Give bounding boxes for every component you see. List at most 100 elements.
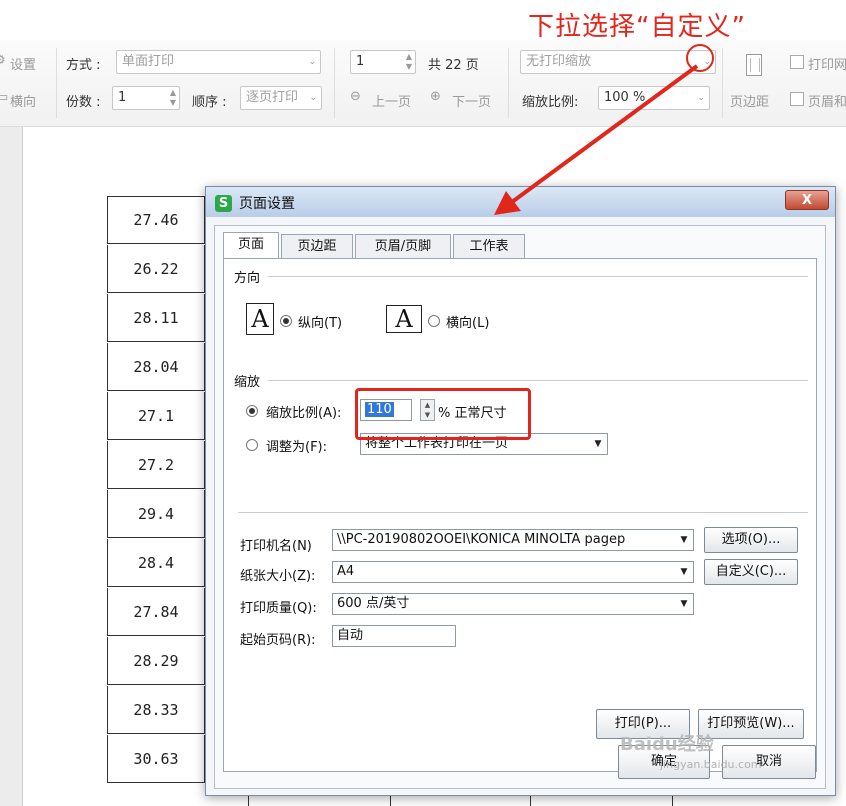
print-gridlines-label: 打印网 — [808, 58, 846, 73]
scale-ratio-label[interactable]: 缩放比例(A): — [266, 402, 341, 421]
chevron-down-icon: ⌄ — [697, 93, 705, 103]
close-button[interactable]: X — [785, 190, 829, 210]
wps-logo-icon: S — [215, 195, 232, 212]
scaling-label: 缩放 — [234, 375, 261, 390]
first-page-label: 起始页码(R): — [240, 633, 316, 648]
scale-select-value: 无打印缩放 — [526, 54, 592, 69]
prev-page-button[interactable]: 上一页 — [372, 91, 411, 110]
order-value: 逐页打印 — [246, 90, 299, 105]
header-footer-checkbox[interactable] — [790, 92, 804, 106]
scale-ratio-label: 缩放比例: — [522, 95, 579, 110]
paper-size-select[interactable]: A4 ▼ — [332, 561, 694, 583]
prev-page-icon[interactable]: ⊖ — [350, 89, 361, 104]
scale-ratio-select[interactable]: 100 % ⌄ — [598, 86, 710, 110]
next-page-button[interactable]: 下一页 — [452, 91, 491, 110]
landscape-label[interactable]: 横向 — [10, 91, 36, 110]
stepper-arrows-icon[interactable]: ▲ ▼ — [170, 88, 176, 108]
print-toolbar: ⚙ 设置 ▭ 横向 方式 : 单面打印 ⌄ 份数 : 1 ▲▼ 顺序 : 逐页打… — [0, 40, 846, 127]
tab-worksheet[interactable]: 工作表 — [453, 234, 525, 258]
order-label: 顺序 : — [192, 95, 227, 110]
dropdown-arrow-icon[interactable]: ▼ — [675, 594, 693, 614]
tab-margins[interactable]: 页边距 — [281, 234, 353, 258]
printer-label: 打印机名(N) — [240, 539, 312, 554]
table-cell: 28.04 — [107, 343, 205, 391]
annotation-text: 下拉选择“自定义” — [528, 12, 746, 42]
toolbar-divider — [722, 48, 723, 118]
chevron-down-icon: ⌄ — [309, 93, 317, 103]
dropdown-arrow-icon[interactable]: ▼ — [675, 530, 693, 550]
sheet-margin — [0, 127, 23, 806]
dropdown-arrow-icon[interactable]: ▼ — [675, 562, 693, 582]
paper-size-label: 纸张大小(Z): — [240, 569, 316, 584]
table-cell: 28.4 — [107, 539, 205, 587]
portrait-radio[interactable] — [280, 315, 292, 327]
table-cell: 26.22 — [107, 245, 205, 293]
print-quality-select[interactable]: 600 点/英寸 ▼ — [332, 593, 694, 615]
copies-value: 1 — [118, 90, 127, 105]
page-tab-panel: 方向 A 纵向(T) A 横向(L) 缩放 缩放比例(A): 110 ▲ ▼ % … — [223, 258, 817, 772]
toolbar-divider — [508, 48, 509, 118]
dialog-body: 页面 页边距 页眉/页脚 工作表 方向 A 纵向(T) A 横向(L) 缩放 缩… — [214, 225, 826, 789]
scale-ratio-value: 100 % — [604, 90, 646, 105]
order-select[interactable]: 逐页打印 ⌄ — [240, 86, 322, 110]
tab-page[interactable]: 页面 — [223, 232, 279, 259]
print-gridlines-checkbox[interactable] — [790, 55, 804, 69]
page-number-value: 1 — [356, 54, 365, 69]
watermark-logo: Baidu经验 — [620, 734, 714, 755]
dialog-titlebar[interactable]: S 页面设置 X — [206, 187, 835, 217]
next-page-icon[interactable]: ⊕ — [430, 89, 441, 104]
section-divider — [268, 276, 808, 277]
portrait-label[interactable]: 纵向(T) — [298, 312, 342, 331]
stepper-arrows-icon[interactable]: ▲ ▼ — [406, 52, 412, 72]
mode-value: 单面打印 — [122, 54, 175, 69]
print-quality-value: 600 点/英寸 — [337, 596, 410, 611]
table-cell: 27.2 — [107, 441, 205, 489]
custom-button[interactable]: 自定义(C)... — [704, 559, 798, 585]
table-cell: 28.11 — [107, 294, 205, 342]
margins-button[interactable]: 页边距 — [730, 91, 769, 110]
mode-select[interactable]: 单面打印 ⌄ — [116, 50, 321, 74]
page-number-input[interactable]: 1 ▲ ▼ — [350, 50, 416, 74]
watermark-url: jingyan.baidu.com — [660, 758, 762, 771]
printer-select[interactable]: \\PC-20190802OOEI\KONICA MINOLTA pagep ▼ — [332, 529, 694, 551]
table-cell: 28.29 — [107, 637, 205, 685]
fit-to-label[interactable]: 调整为(F): — [266, 436, 327, 455]
table-cell: 27.84 — [107, 588, 205, 636]
options-button[interactable]: 选项(O)... — [704, 527, 798, 553]
copies-stepper[interactable]: 1 ▲ ▼ — [112, 86, 180, 110]
annotation-circle — [686, 44, 714, 72]
tab-header-footer[interactable]: 页眉/页脚 — [355, 234, 451, 258]
paper-size-value: A4 — [337, 564, 355, 579]
settings-label[interactable]: 设置 — [10, 54, 36, 73]
table-cell: 29.4 — [107, 490, 205, 538]
dialog-title: 页面设置 — [239, 196, 295, 212]
printer-value: \\PC-20190802OOEI\KONICA MINOLTA pagep — [337, 532, 626, 547]
dropdown-arrow-icon[interactable]: ▼ — [589, 434, 607, 454]
margins-icon[interactable] — [746, 54, 762, 76]
page-setup-dialog: S 页面设置 X 页面 页边距 页眉/页脚 工作表 方向 A 纵向(T) A 横… — [205, 186, 836, 796]
fit-to-radio[interactable] — [246, 439, 258, 451]
toolbar-divider — [334, 48, 335, 118]
copies-label: 份数 : — [66, 95, 101, 110]
orientation-label: 方向 — [234, 271, 261, 286]
table-cell: 30.63 — [107, 735, 205, 783]
table-cell: 28.33 — [107, 686, 205, 734]
mode-label: 方式 : — [66, 58, 101, 73]
landscape-label[interactable]: 横向(L) — [446, 312, 489, 331]
table-cell: 27.1 — [107, 392, 205, 440]
landscape-icon: A — [386, 305, 422, 333]
print-quality-label: 打印质量(Q): — [240, 601, 317, 616]
scale-ratio-radio[interactable] — [246, 405, 258, 417]
section-divider — [268, 380, 808, 381]
first-page-input[interactable]: 自动 — [332, 625, 456, 647]
header-footer-label: 页眉和 — [808, 95, 846, 110]
chevron-down-icon: ⌄ — [308, 57, 316, 67]
landscape-icon[interactable]: ▭ — [0, 90, 8, 105]
landscape-radio[interactable] — [428, 315, 440, 327]
settings-icon[interactable]: ⚙ — [0, 53, 6, 68]
annotation-highlight-box — [355, 388, 531, 440]
total-pages: 共 22 页 — [428, 58, 479, 73]
section-divider — [238, 512, 808, 513]
portrait-icon: A — [246, 303, 274, 335]
table-cell: 27.46 — [107, 196, 205, 244]
